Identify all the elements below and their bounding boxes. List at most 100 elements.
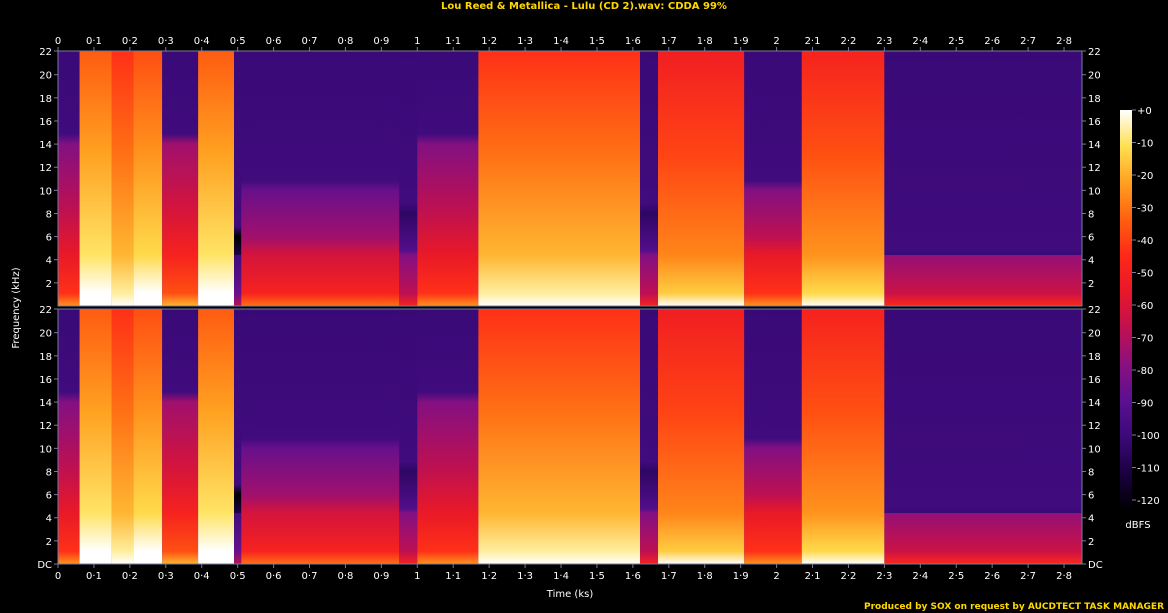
x-tick-label: 0·7 [302,571,318,582]
x-tick-label: 0·4 [194,36,210,47]
y-tick-label: 18 [39,94,52,105]
spectrogram-segment [198,309,235,564]
y-tick-label: 20 [39,71,52,82]
y-tick-label: 6 [46,491,52,502]
spectrogram-segment [478,309,641,564]
y-tick-label: 16 [1088,375,1101,386]
x-tick-label: 1·4 [553,571,569,582]
y-tick-label: DC [37,560,52,571]
spectrogram-segment [162,51,199,306]
y-tick-label: 8 [46,209,52,220]
y-tick-label: 10 [39,444,52,455]
x-tick-label: 2·3 [876,36,892,47]
y-tick-label: 12 [39,163,52,174]
x-tick-label: 1·9 [733,36,749,47]
x-tick-label: 0·3 [158,571,174,582]
y-tick-label: 14 [39,140,52,151]
x-tick-label: 1·2 [481,571,497,582]
x-tick-label: 2·1 [805,36,821,47]
spectrogram-channel-2 [58,309,1082,564]
spectrogram-segment [640,51,659,306]
spectrogram-segment [744,309,802,564]
colorbar-tick-label: -70 [1137,334,1153,345]
spectrogram-channel-1 [58,51,1082,306]
x-tick-label: 1·1 [445,36,461,47]
spectrogram-segment [658,51,745,306]
x-tick-label: 1·7 [661,571,677,582]
x-tick-label: 2·1 [805,571,821,582]
x-tick-label: 0·9 [373,36,389,47]
spectrogram-segment [801,309,885,564]
y-tick-label: 18 [1088,352,1101,363]
x-tick-label: 2·5 [948,571,964,582]
x-tick-label: 2·8 [1056,571,1072,582]
y-tick-label: 4 [1088,514,1094,525]
x-tick-label: 0·5 [230,571,246,582]
x-tick-label: 1·8 [697,36,713,47]
y-tick-label: 4 [46,256,52,267]
x-tick-label: 0·9 [373,571,389,582]
x-tick-label: 1·8 [697,571,713,582]
x-tick-label: 1·7 [661,36,677,47]
colorbar-tick-label: -120 [1137,496,1160,507]
y-tick-label: 4 [46,514,52,525]
spectrogram-segment [133,51,163,306]
spectrogram-segment [241,309,400,564]
y-tick-label: 14 [1088,140,1101,151]
colorbar-tick-label: -80 [1137,366,1153,377]
spectrogram-chart: 0 0·1 0·2 0·3 0·4 0·5 0·6 0·7 0·8 0·9 1 1·1 1·2 1·3 1·… [11,36,1160,600]
x-tick-label: 0 [55,571,61,582]
x-tick-label: 0·3 [158,36,174,47]
x-tick-label: 2·4 [912,571,928,582]
x-tick-label: 2·7 [1020,36,1036,47]
x-tick-label: 0·5 [230,36,246,47]
x-tick-label: 1·1 [445,571,461,582]
y-tick-label: 22 [39,305,52,316]
x-tick-label: 0·6 [266,571,282,582]
x-tick-label: 1·3 [517,571,533,582]
x-tick-label: 0·1 [86,36,102,47]
y-tick-label: 2 [1088,537,1094,548]
x-tick-label: 2·5 [948,36,964,47]
y-axis-right: 222018161412108642222018161412108642DC [1082,47,1103,571]
x-tick-label: 2·2 [841,571,857,582]
y-axis-left: 222018161412108642222018161412108642DC [37,47,58,571]
x-tick-label: 1·5 [589,36,605,47]
x-tick-label: 1·9 [733,571,749,582]
footer-credit: Produced by SOX on request by AUCDTECT T… [864,602,1164,612]
x-tick-label: 2·8 [1056,36,1072,47]
spectrogram-segment [79,309,112,564]
colorbar [1120,110,1132,510]
x-tick-label: 2·7 [1020,571,1036,582]
y-tick-label: 12 [39,421,52,432]
y-tick-label: 8 [46,467,52,478]
spectrogram-segment [417,309,479,564]
x-axis-label: Time (ks) [546,589,594,600]
y-tick-label: 12 [1088,421,1101,432]
spectrogram-segment [234,309,242,564]
y-tick-label: 4 [1088,256,1094,267]
x-tick-label: 1·2 [481,36,497,47]
spectrogram-segment [744,51,802,306]
colorbar-tick-label: -110 [1137,464,1160,475]
spectrogram-segment [58,309,80,564]
x-tick-label: 1 [414,571,420,582]
spectrogram-segment [884,309,1082,564]
y-tick-label: 12 [1088,163,1101,174]
y-tick-label: 14 [1088,398,1101,409]
x-tick-label: 0 [55,36,61,47]
x-tick-label: 0·2 [122,36,138,47]
y-tick-label: 2 [46,537,52,548]
spectrogram-segment [111,51,134,306]
x-tick-label: 0·4 [194,571,210,582]
colorbar-tick-label: -60 [1137,301,1153,312]
y-tick-label: 6 [1088,491,1094,502]
y-tick-label: 10 [1088,186,1101,197]
spectrogram-segment [399,309,418,564]
spectrogram-segment [658,309,745,564]
y-tick-label: 18 [1088,94,1101,105]
spectrogram-segment [162,309,199,564]
colorbar-tick-label: +0 [1137,106,1152,117]
y-tick-label: 16 [39,117,52,128]
colorbar-tick-label: -100 [1137,431,1160,442]
